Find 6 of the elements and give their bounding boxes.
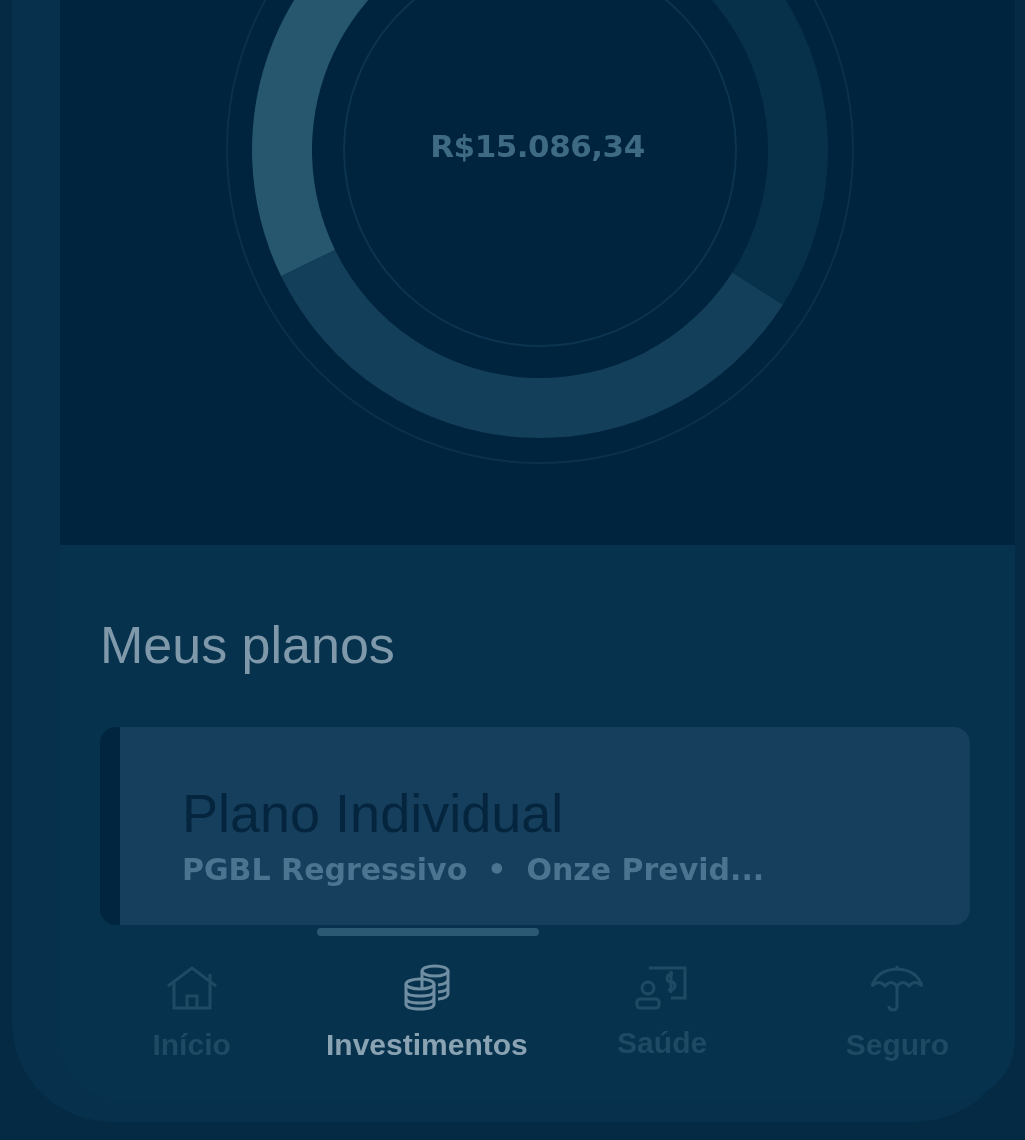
- total-amount: R$15.086,34: [430, 128, 645, 166]
- section-title: Meus planos: [100, 615, 396, 676]
- nav-tab[interactable]: Investimentos: [309, 928, 545, 1100]
- umbrella-icon: [869, 964, 926, 1012]
- separator-dot: •: [487, 851, 507, 889]
- id-card-dollar-icon: [635, 964, 690, 1010]
